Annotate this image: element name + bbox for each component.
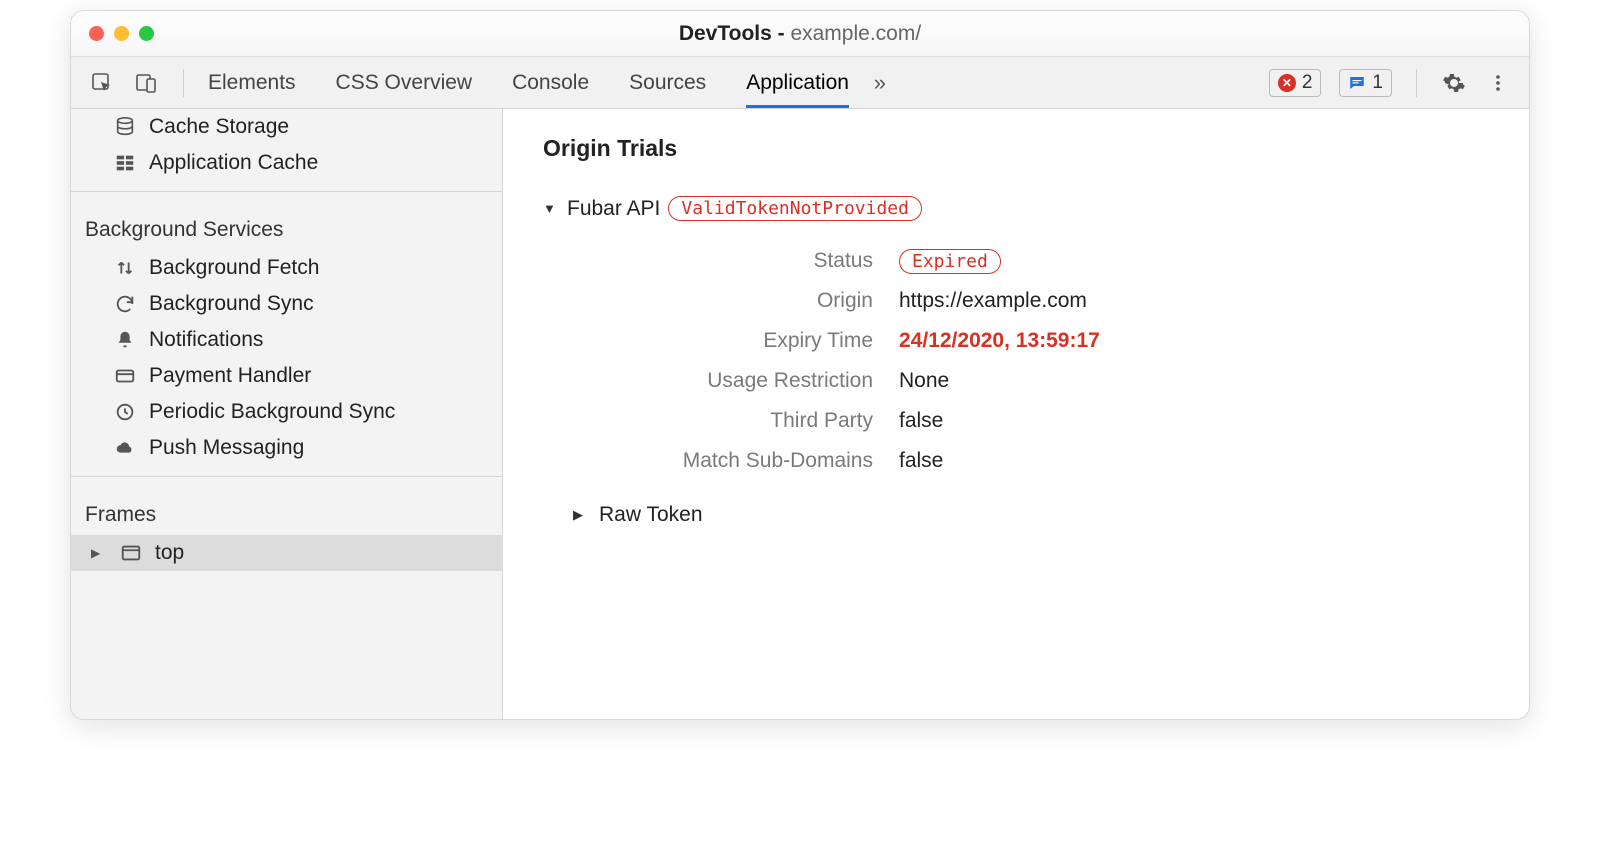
raw-token-label: Raw Token (599, 503, 703, 527)
trial-details: Status Expired Origin https://example.co… (599, 249, 1489, 473)
toolbar: Elements CSS Overview Console Sources Ap… (71, 57, 1529, 109)
sidebar-item-label: top (155, 541, 184, 565)
toolbar-separator-2 (1416, 69, 1417, 97)
errors-count: 2 (1302, 72, 1313, 94)
sidebar-divider-2 (71, 476, 502, 477)
tab-elements[interactable]: Elements (208, 57, 296, 108)
bell-icon (113, 328, 137, 352)
titlebar: DevTools - example.com/ (71, 11, 1529, 57)
sidebar-item-payment-handler[interactable]: Payment Handler (71, 358, 502, 394)
errors-badge[interactable]: ✕ 2 (1269, 69, 1322, 97)
devtools-window: DevTools - example.com/ Elements CSS Ove… (70, 10, 1530, 720)
main-panel: Origin Trials ▼ Fubar API ValidTokenNotP… (503, 109, 1529, 719)
clock-icon (113, 400, 137, 424)
maximize-icon[interactable] (139, 26, 154, 41)
match-subdomains-value: false (899, 449, 1489, 473)
sidebar-item-application-cache[interactable]: Application Cache (71, 145, 502, 181)
usage-label: Usage Restriction (599, 369, 899, 393)
tab-sources[interactable]: Sources (629, 57, 706, 108)
trial-status-pill: ValidTokenNotProvided (668, 196, 922, 221)
tab-application[interactable]: Application (746, 57, 849, 108)
sidebar-item-label: Notifications (149, 328, 263, 352)
sidebar-item-label: Application Cache (149, 151, 318, 175)
messages-count: 1 (1372, 72, 1383, 94)
sidebar-item-background-fetch[interactable]: Background Fetch (71, 250, 502, 286)
sidebar-header-frames: Frames (71, 487, 502, 535)
more-tabs-icon[interactable]: » (867, 70, 893, 96)
status-value: Expired (899, 249, 1489, 273)
message-icon (1348, 74, 1366, 92)
origin-label: Origin (599, 289, 899, 313)
expand-triangle-icon[interactable]: ▶ (573, 507, 589, 523)
status-label: Status (599, 249, 899, 273)
kebab-menu-icon[interactable] (1485, 70, 1511, 96)
usage-value: None (899, 369, 1489, 393)
third-party-label: Third Party (599, 409, 899, 433)
raw-token-row[interactable]: ▶ Raw Token (573, 503, 1489, 527)
sync-icon (113, 292, 137, 316)
sidebar-item-label: Push Messaging (149, 436, 304, 460)
messages-badge[interactable]: 1 (1339, 69, 1392, 97)
inspect-icon[interactable] (89, 70, 115, 96)
sidebar-item-label: Payment Handler (149, 364, 311, 388)
database-icon (113, 115, 137, 139)
device-toggle-icon[interactable] (133, 70, 159, 96)
third-party-value: false (899, 409, 1489, 433)
sidebar-item-label: Background Sync (149, 292, 314, 316)
trial-row[interactable]: ▼ Fubar API ValidTokenNotProvided (543, 196, 1489, 221)
window-title-app: DevTools - (679, 22, 791, 45)
sidebar-item-periodic-background-sync[interactable]: Periodic Background Sync (71, 394, 502, 430)
expand-triangle-icon[interactable]: ▶ (91, 546, 107, 560)
sidebar-header-background-services: Background Services (71, 202, 502, 250)
panel-tabs: Elements CSS Overview Console Sources Ap… (208, 57, 849, 108)
sidebar-item-frame-top[interactable]: ▶ top (71, 535, 502, 571)
panel-body: Cache Storage Application Cache Backgrou… (71, 109, 1529, 719)
sidebar-item-notifications[interactable]: Notifications (71, 322, 502, 358)
match-subdomains-label: Match Sub-Domains (599, 449, 899, 473)
sidebar-item-label: Background Fetch (149, 256, 319, 280)
expiry-value: 24/12/2020, 13:59:17 (899, 329, 1489, 353)
expiry-label: Expiry Time (599, 329, 899, 353)
status-pill: Expired (899, 249, 1001, 274)
window-icon (119, 541, 143, 565)
sidebar-divider (71, 191, 502, 192)
window-controls (89, 26, 154, 41)
close-icon[interactable] (89, 26, 104, 41)
origin-value: https://example.com (899, 289, 1489, 313)
window-title: DevTools - example.com/ (71, 22, 1529, 46)
cloud-icon (113, 436, 137, 460)
sidebar-item-push-messaging[interactable]: Push Messaging (71, 430, 502, 466)
sidebar-item-cache-storage[interactable]: Cache Storage (71, 109, 502, 145)
section-heading: Origin Trials (543, 135, 1489, 162)
tab-css-overview[interactable]: CSS Overview (336, 57, 473, 108)
error-dot-icon: ✕ (1278, 74, 1296, 92)
minimize-icon[interactable] (114, 26, 129, 41)
trial-name: Fubar API (567, 197, 660, 221)
settings-icon[interactable] (1441, 70, 1467, 96)
sidebar-item-label: Cache Storage (149, 115, 289, 139)
toolbar-separator (183, 69, 184, 97)
window-title-url: example.com/ (790, 22, 921, 45)
grid-icon (113, 151, 137, 175)
sidebar-item-label: Periodic Background Sync (149, 400, 395, 424)
tab-console[interactable]: Console (512, 57, 589, 108)
credit-card-icon (113, 364, 137, 388)
sidebar-item-background-sync[interactable]: Background Sync (71, 286, 502, 322)
application-sidebar: Cache Storage Application Cache Backgrou… (71, 109, 503, 719)
collapse-triangle-icon[interactable]: ▼ (543, 201, 559, 216)
up-down-arrows-icon (113, 256, 137, 280)
